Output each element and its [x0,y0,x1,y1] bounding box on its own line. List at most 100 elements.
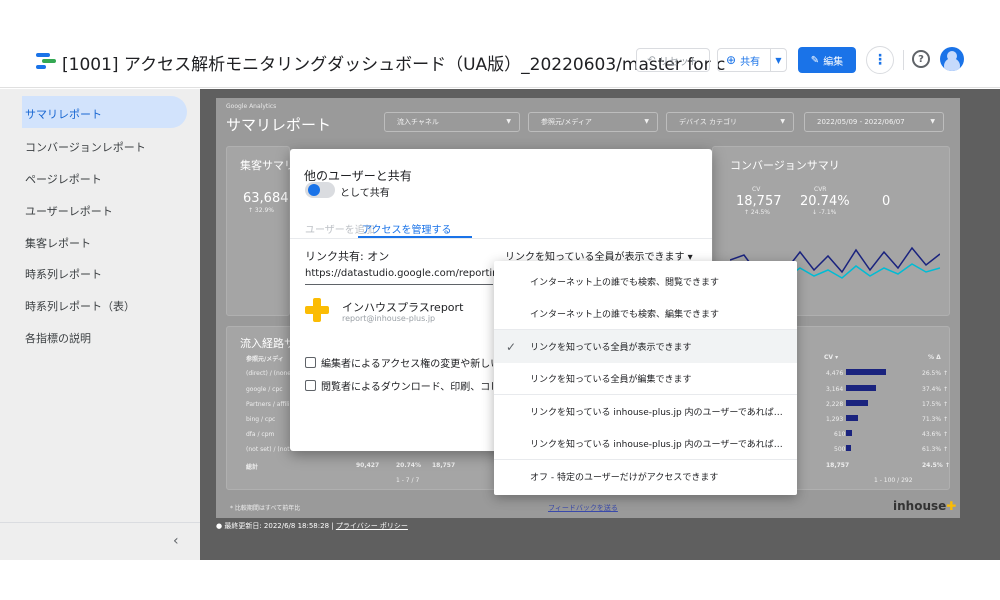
avatar[interactable] [940,47,964,71]
bar-cv [846,369,886,375]
feedback-link[interactable]: フィードバックを送る [548,503,618,513]
collapse-sidebar-icon[interactable]: ‹ [173,533,179,549]
footnote: * 比較期間はすべて前年比 [230,505,301,512]
filter-date-range[interactable]: 2022/05/09 - 2022/06/07 ▼ [804,112,944,132]
table-header-source: 参照元/メディ [246,356,284,363]
toolbar-divider [903,50,904,70]
menu-item-off[interactable]: オフ - 特定のユーザーだけがアクセスできます [494,460,797,493]
cv-value: 18,757 [736,194,782,209]
sidebar-item-metrics-help[interactable]: 各指標の説明 [25,330,91,346]
table-cell-pct: 26.5% ↑ [922,370,948,377]
checkbox-viewer-download[interactable] [305,380,316,391]
table-header-cv[interactable]: CV ▾ [824,354,838,361]
member-name: インハウスプラスreport [342,301,464,314]
privacy-link[interactable]: プライバシー ポリシー [336,522,408,530]
table-header-pct[interactable]: % Δ [928,354,941,361]
conversion-card-title: コンバージョンサマリ [730,159,840,172]
member-email: report@inhouse-plus.jp [342,314,436,323]
bar-cv [846,400,868,406]
table-cell-cv: 500 [834,446,846,453]
share-as-toggle[interactable] [305,182,335,198]
filter-channel-label: 流入チャネル [397,118,439,126]
add-person-icon: ⊕ [726,53,737,67]
menu-item-public-edit[interactable]: インターネット上の誰でも検索、編集できます [494,297,797,330]
last-updated-text: 最終更新日: 2022/6/8 18:58:28 [224,522,330,530]
table-cell-cv: 1,293 [826,416,844,423]
brand-logo: inhouse✚ [893,499,956,513]
table-cell-cv: 3,164 [826,386,844,393]
sidebar-item-conversion[interactable]: コンバージョンレポート [25,139,146,155]
edit-label: 編集 [823,56,844,68]
menu-item-domain-view[interactable]: リンクを知っている inhouse-plus.jp 内のユーザーであれば… [494,395,797,428]
chevron-down-icon: ▼ [644,118,649,125]
sidebar [0,89,200,560]
menu-item-domain-edit[interactable]: リンクを知っている inhouse-plus.jp 内のユーザーであれば… [494,427,797,460]
share-button[interactable]: ⊕ 共有 ▼ [717,48,787,72]
menu-item-label: インターネット上の誰でも検索、閲覧できます [530,278,720,288]
edit-button[interactable]: ✎ 編集 [798,47,856,73]
menu-item-label: オフ - 特定のユーザーだけがアクセスできます [530,473,719,483]
info-icon: ● [216,522,223,530]
table-total-cv: 18,757 [826,462,850,469]
filter-source-label: 参照元/メディア [541,118,592,126]
reset-label: リセット [658,56,699,68]
sidebar-item-timeseries-table[interactable]: 時系列レポート（表） [25,298,135,314]
menu-item-label: リンクを知っている全員が表示できます [530,343,692,353]
cv-label: CV [752,186,761,193]
table-pager-right[interactable]: 1 - 100 / 292 [874,477,913,484]
ga-tag: Google Analytics [226,103,277,110]
undo-icon: ↶ [647,54,656,66]
menu-item-label: リンクを知っている全員が編集できます [530,375,692,385]
acquisition-change: ↑ 32.9% [248,207,274,214]
checkbox-editor-permissions[interactable] [305,357,316,368]
menu-item-public-view[interactable]: インターネット上の誰でも検索、閲覧できます [494,265,797,298]
table-total-value: 20.74% [396,462,421,469]
member-avatar-icon [305,298,329,322]
checkbox-viewer-label: 閲覧者によるダウンロード、印刷、コピー [321,382,493,393]
filter-device[interactable]: デバイス カテゴリ ▼ [666,112,794,132]
table-total-pct: 24.5% ↑ [922,462,950,469]
table-cell-cv: 610 [834,431,846,438]
cvr-value: 20.74% [800,194,850,209]
sidebar-item-summary[interactable]: サマリレポート [25,106,102,122]
last-updated: ● 最終更新日: 2022/6/8 18:58:28 | プライバシー ポリシー [216,522,408,530]
help-icon[interactable]: ? [912,50,930,68]
bar-cv [846,415,858,421]
chevron-down-icon: ▼ [506,118,511,125]
table-total-value: 90,427 [356,462,380,469]
table-row: (direct) / (none [246,370,291,377]
table-total-value: 18,757 [432,462,456,469]
menu-item-link-edit[interactable]: リンクを知っている全員が編集できます [494,362,797,395]
menu-item-label: リンクを知っている inhouse-plus.jp 内のユーザーであれば… [530,440,783,450]
cv-change: ↑ 24.5% [744,209,770,216]
sidebar-item-timeseries[interactable]: 時系列レポート [25,266,102,282]
table-cell-pct: 37.4% ↑ [922,386,948,393]
goal-value: 0 [882,194,891,209]
filter-channel[interactable]: 流入チャネル ▼ [384,112,520,132]
table-cell-cv: 4,476 [826,370,844,377]
table-cell-pct: 61.3% ↑ [922,446,948,453]
filter-source-medium[interactable]: 参照元/メディア ▼ [528,112,658,132]
tab-manage-access[interactable]: アクセスを管理する [362,221,452,236]
table-row: dfa / cpm [246,431,275,438]
table-total-label: 総計 [246,464,259,471]
chevron-down-icon[interactable]: ▼ [770,49,786,71]
acquisition-card-title: 集客サマリ [240,159,295,172]
bar-cv [846,445,851,451]
page-title: サマリレポート [226,116,332,134]
table-cell-pct: 71.3% ↑ [922,416,948,423]
menu-item-link-view[interactable]: ✓ リンクを知っている全員が表示できます [494,330,797,363]
sidebar-item-user[interactable]: ユーザーレポート [25,203,113,219]
table-cell-pct: 43.6% ↑ [922,431,948,438]
tab-active-indicator [358,236,472,238]
table-pager-left[interactable]: 1 - 7 / 7 [396,477,419,484]
share-label: 共有 [740,56,761,68]
plus-icon: ✚ [946,499,957,513]
sidebar-item-page[interactable]: ページレポート [25,171,102,187]
reset-button[interactable]: ↶ リセット [636,48,710,72]
sidebar-item-acquisition[interactable]: 集客レポート [25,235,91,251]
checkbox-editor-label: 編集者によるアクセス権の変更や新しいユ [321,359,493,370]
more-vert-icon[interactable]: ⋮ [866,46,894,74]
report-title[interactable]: [1001] アクセス解析モニタリングダッシュボード（UA版）_20220603… [62,50,725,75]
share-url[interactable]: https://datastudio.google.com/reporting/… [305,268,495,279]
